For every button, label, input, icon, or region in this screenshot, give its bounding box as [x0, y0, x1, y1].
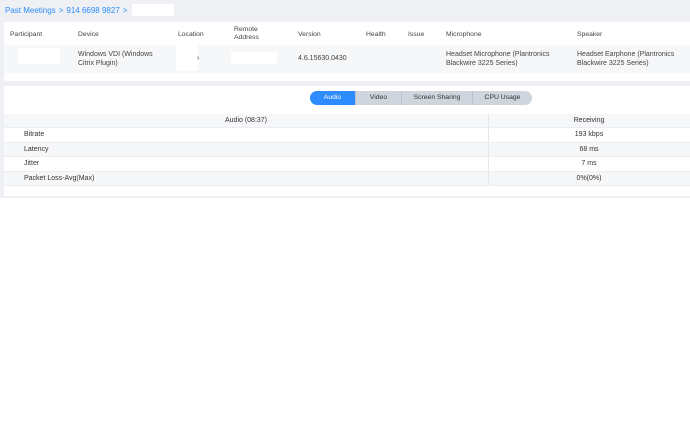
tab-cpu-usage[interactable]: CPU Usage: [473, 91, 532, 105]
metrics-row-packet-loss: Packet Loss-Avg(Max) 0%(0%): [4, 171, 690, 186]
column-header-participant: Participant: [10, 31, 43, 38]
tab-audio[interactable]: Audio: [310, 91, 356, 105]
column-header-version: Version: [298, 31, 321, 38]
metric-label: Packet Loss-Avg(Max): [24, 174, 95, 182]
metrics-row-jitter: Jitter 7 ms: [4, 157, 690, 172]
tab-video[interactable]: Video: [356, 91, 402, 105]
breadcrumb-separator: >: [58, 5, 64, 15]
stats-tab-bar: Audio Video Screen Sharing CPU Usage: [310, 91, 532, 105]
participant-row[interactable]: Windows VDI (Windows Citrix Plugin) › 4.…: [4, 45, 690, 73]
participant-table: Participant Device Location Remote Addre…: [4, 22, 690, 81]
metric-value: 68 ms: [579, 145, 599, 153]
column-header-speaker: Speaker: [577, 31, 603, 38]
quality-stats-panel: Audio Video Screen Sharing CPU Usage Aud…: [4, 86, 690, 196]
breadcrumb-past-meetings[interactable]: Past Meetings: [5, 6, 56, 15]
audio-metrics-table: Audio (08:37) Receiving Bitrate 193 kbps…: [4, 114, 690, 186]
column-header-location: Location: [178, 31, 204, 38]
breadcrumb-meeting-id[interactable]: 914 6698 9827: [66, 6, 119, 15]
metric-label: Latency: [24, 145, 49, 153]
column-header-microphone: Microphone: [446, 31, 482, 38]
metrics-row-latency: Latency 68 ms: [4, 142, 690, 158]
redacted-participant: [18, 48, 60, 64]
column-header-device: Device: [78, 31, 99, 38]
participant-speaker: Headset Earphone (Plantronics Blackwire …: [577, 51, 675, 67]
column-header-issue: Issue: [408, 31, 425, 38]
participant-table-footer: [4, 73, 690, 81]
participant-device: Windows VDI (Windows Citrix Plugin): [78, 51, 153, 67]
participant-table-header: Participant Device Location Remote Addre…: [4, 22, 690, 45]
redacted-remote-address: [231, 52, 277, 64]
metric-label: Bitrate: [24, 131, 45, 139]
redacted-participant-name: [132, 4, 175, 16]
participant-microphone: Headset Microphone (Plantronics Blackwir…: [446, 51, 550, 67]
metrics-header-row: Audio (08:37) Receiving: [4, 114, 690, 129]
column-header-remote-address: Remote Address: [234, 26, 259, 41]
location-chevron-icon: ›: [197, 55, 200, 62]
tab-screen-sharing[interactable]: Screen Sharing: [402, 91, 473, 105]
metric-label: Jitter: [24, 160, 40, 168]
column-header-health: Health: [366, 31, 386, 38]
redacted-location: [176, 45, 198, 71]
breadcrumb-separator: >: [122, 5, 128, 15]
metrics-row-bitrate: Bitrate 193 kbps: [4, 128, 690, 143]
metrics-header-receiving: Receiving: [573, 117, 605, 124]
metric-value: 0%(0%): [576, 174, 602, 182]
metric-value: 193 kbps: [574, 131, 604, 139]
breadcrumb: Past Meetings > 914 6698 9827 >: [5, 4, 175, 16]
metrics-header-title: Audio (08:37): [224, 117, 268, 124]
participant-version: 4.6.15630.0430: [298, 55, 347, 62]
metric-value: 7 ms: [581, 160, 597, 168]
